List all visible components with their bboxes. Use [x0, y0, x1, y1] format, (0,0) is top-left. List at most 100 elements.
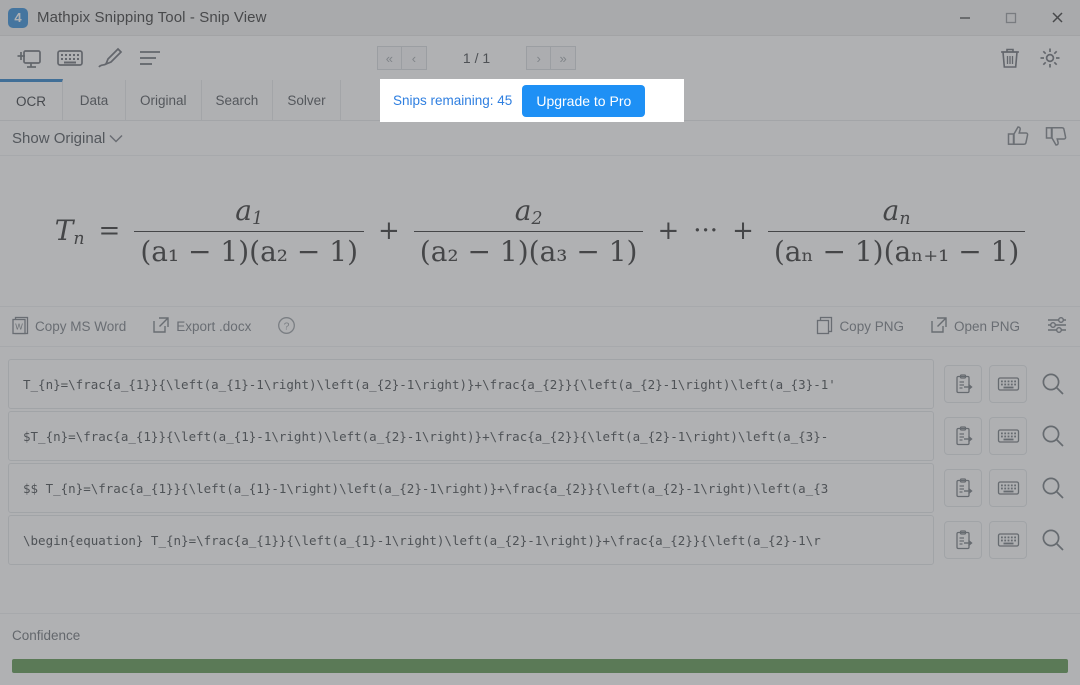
toolbar: « ‹ 1 / 1 › » [0, 36, 1080, 80]
copy-to-clipboard-icon[interactable] [944, 469, 982, 507]
rendered-math-area: Tn = a1 (a₁ − 1)(a₂ − 1) + a2 (a₂ − 1)(a… [0, 155, 1080, 307]
help-button[interactable]: ? [277, 316, 296, 338]
text-lines-icon[interactable] [130, 38, 170, 78]
draw-pen-icon[interactable] [90, 38, 130, 78]
feedback-group [1006, 124, 1068, 153]
math-term-2-denominator: (a₂ − 1)(a₃ − 1) [413, 230, 644, 268]
tab-ocr[interactable]: OCR [0, 79, 63, 120]
math-plus-2: + [657, 216, 680, 246]
first-page-button[interactable]: « [376, 46, 402, 70]
external-link-icon [930, 316, 948, 337]
latex-row: T_{n}=\frac{a_{1}}{\left(a_{1}-1\right)\… [8, 359, 1072, 409]
latex-field[interactable]: $T_{n}=\frac{a_{1}}{\left(a_{1}-1\right)… [8, 411, 934, 461]
snips-remaining-label: Snips remaining: 45 [393, 93, 513, 108]
gear-icon[interactable] [1030, 38, 1070, 78]
latex-row: \begin{equation} T_{n}=\frac{a_{1}}{\lef… [8, 515, 1072, 565]
confidence-section: Confidence [0, 613, 1080, 685]
copy-png-button[interactable]: Copy PNG [816, 316, 904, 338]
latex-row: $$ T_{n}=\frac{a_{1}}{\left(a_{1}-1\righ… [8, 463, 1072, 513]
search-icon[interactable] [1034, 365, 1072, 403]
copy-ms-word-button[interactable]: W Copy MS Word [12, 316, 126, 338]
show-original-row: Show Original [0, 121, 1080, 155]
chevron-down-icon [109, 130, 123, 147]
latex-text: $$ T_{n}=\frac{a_{1}}{\left(a_{1}-1\righ… [23, 480, 829, 496]
search-icon[interactable] [1034, 469, 1072, 507]
latex-text: \begin{equation} T_{n}=\frac{a_{1}}{\lef… [23, 532, 821, 548]
tab-original[interactable]: Original [126, 80, 202, 120]
keyboard-icon[interactable] [989, 521, 1027, 559]
copy-icon [816, 316, 833, 338]
new-snip-icon[interactable] [10, 38, 50, 78]
window-controls [942, 0, 1080, 35]
copy-ms-word-label: Copy MS Word [35, 319, 127, 334]
app-logo-icon: 4 [8, 7, 28, 28]
latex-row-actions [944, 463, 1072, 513]
math-term-1-denominator: (a₁ − 1)(a₂ − 1) [134, 230, 364, 268]
app-logo-text: 4 [14, 10, 22, 25]
math-ellipsis: ··· [693, 216, 719, 246]
upgrade-to-pro-button[interactable]: Upgrade to Pro [522, 84, 646, 117]
sliders-icon [1046, 315, 1068, 338]
math-plus-1: + [378, 216, 400, 246]
latex-row: $T_{n}=\frac{a_{1}}{\left(a_{1}-1\right)… [8, 411, 1072, 461]
math-term-2-numerator: a2 [514, 194, 543, 229]
copy-to-clipboard-icon[interactable] [944, 417, 982, 455]
minimize-button[interactable] [942, 0, 988, 35]
confidence-label: Confidence [12, 628, 81, 643]
search-icon[interactable] [1034, 521, 1072, 559]
next-page-button[interactable]: › [526, 46, 552, 70]
external-link-icon [152, 316, 170, 337]
trash-icon[interactable] [990, 38, 1030, 78]
keyboard-icon[interactable] [989, 469, 1027, 507]
confidence-bar-fill [12, 659, 1068, 673]
latex-field[interactable]: \begin{equation} T_{n}=\frac{a_{1}}{\lef… [8, 515, 934, 565]
export-docx-label: Export .docx [176, 319, 252, 334]
math-term-2: a2 (a₂ − 1)(a₃ − 1) [413, 194, 644, 268]
svg-text:?: ? [284, 320, 290, 332]
thumbs-up-icon[interactable] [1006, 124, 1030, 153]
math-term-1-numerator: a1 [235, 194, 264, 229]
math-formula: Tn = a1 (a₁ − 1)(a₂ − 1) + a2 (a₂ − 1)(a… [55, 194, 1026, 268]
search-icon[interactable] [1034, 417, 1072, 455]
maximize-button[interactable] [988, 0, 1034, 35]
action-bar: W Copy MS Word Export .docx ? Copy PNG O… [0, 307, 1080, 347]
export-docx-button[interactable]: Export .docx [152, 316, 251, 337]
math-term-1: a1 (a₁ − 1)(a₂ − 1) [134, 194, 364, 268]
tab-search[interactable]: Search [201, 80, 274, 120]
prev-page-button[interactable]: ‹ [401, 46, 427, 70]
keyboard-icon[interactable] [989, 365, 1027, 403]
copy-to-clipboard-icon[interactable] [944, 521, 982, 559]
png-settings-button[interactable] [1046, 315, 1068, 338]
copy-png-label: Copy PNG [839, 319, 904, 334]
close-button[interactable] [1034, 0, 1080, 35]
help-circle-icon: ? [277, 316, 296, 338]
keyboard-icon[interactable] [989, 417, 1027, 455]
latex-text: T_{n}=\frac{a_{1}}{\left(a_{1}-1\right)\… [23, 376, 836, 392]
open-png-button[interactable]: Open PNG [930, 316, 1020, 337]
math-equals: = [98, 216, 121, 246]
latex-text: $T_{n}=\frac{a_{1}}{\left(a_{1}-1\right)… [23, 428, 829, 444]
copy-to-clipboard-icon[interactable] [944, 365, 982, 403]
math-plus-3: + [732, 216, 754, 246]
math-term-n: an (aₙ − 1)(aₙ₊₁ − 1) [767, 194, 1026, 268]
math-lhs: Tn [54, 213, 85, 249]
titlebar: 4 Mathpix Snipping Tool - Snip View [0, 0, 1080, 36]
page-indicator: 1 / 1 [462, 50, 491, 66]
show-original-dropdown[interactable]: Show Original [12, 130, 123, 147]
latex-row-actions [944, 515, 1072, 565]
word-doc-icon: W [12, 316, 29, 338]
tab-data[interactable]: Data [63, 80, 126, 120]
keyboard-icon[interactable] [50, 38, 90, 78]
last-page-button[interactable]: » [551, 46, 577, 70]
window-title: Mathpix Snipping Tool - Snip View [37, 9, 267, 26]
svg-text:W: W [15, 322, 23, 331]
toolbar-right [990, 38, 1070, 78]
tab-solver[interactable]: Solver [273, 80, 341, 120]
math-term-n-numerator: an [882, 194, 911, 229]
math-term-n-denominator: (aₙ − 1)(aₙ₊₁ − 1) [767, 230, 1026, 268]
thumbs-down-icon[interactable] [1044, 124, 1068, 153]
pagination: « ‹ 1 / 1 › » [376, 46, 577, 70]
latex-field[interactable]: $$ T_{n}=\frac{a_{1}}{\left(a_{1}-1\righ… [8, 463, 934, 513]
latex-field[interactable]: T_{n}=\frac{a_{1}}{\left(a_{1}-1\right)\… [8, 359, 934, 409]
show-original-label: Show Original [12, 129, 106, 147]
